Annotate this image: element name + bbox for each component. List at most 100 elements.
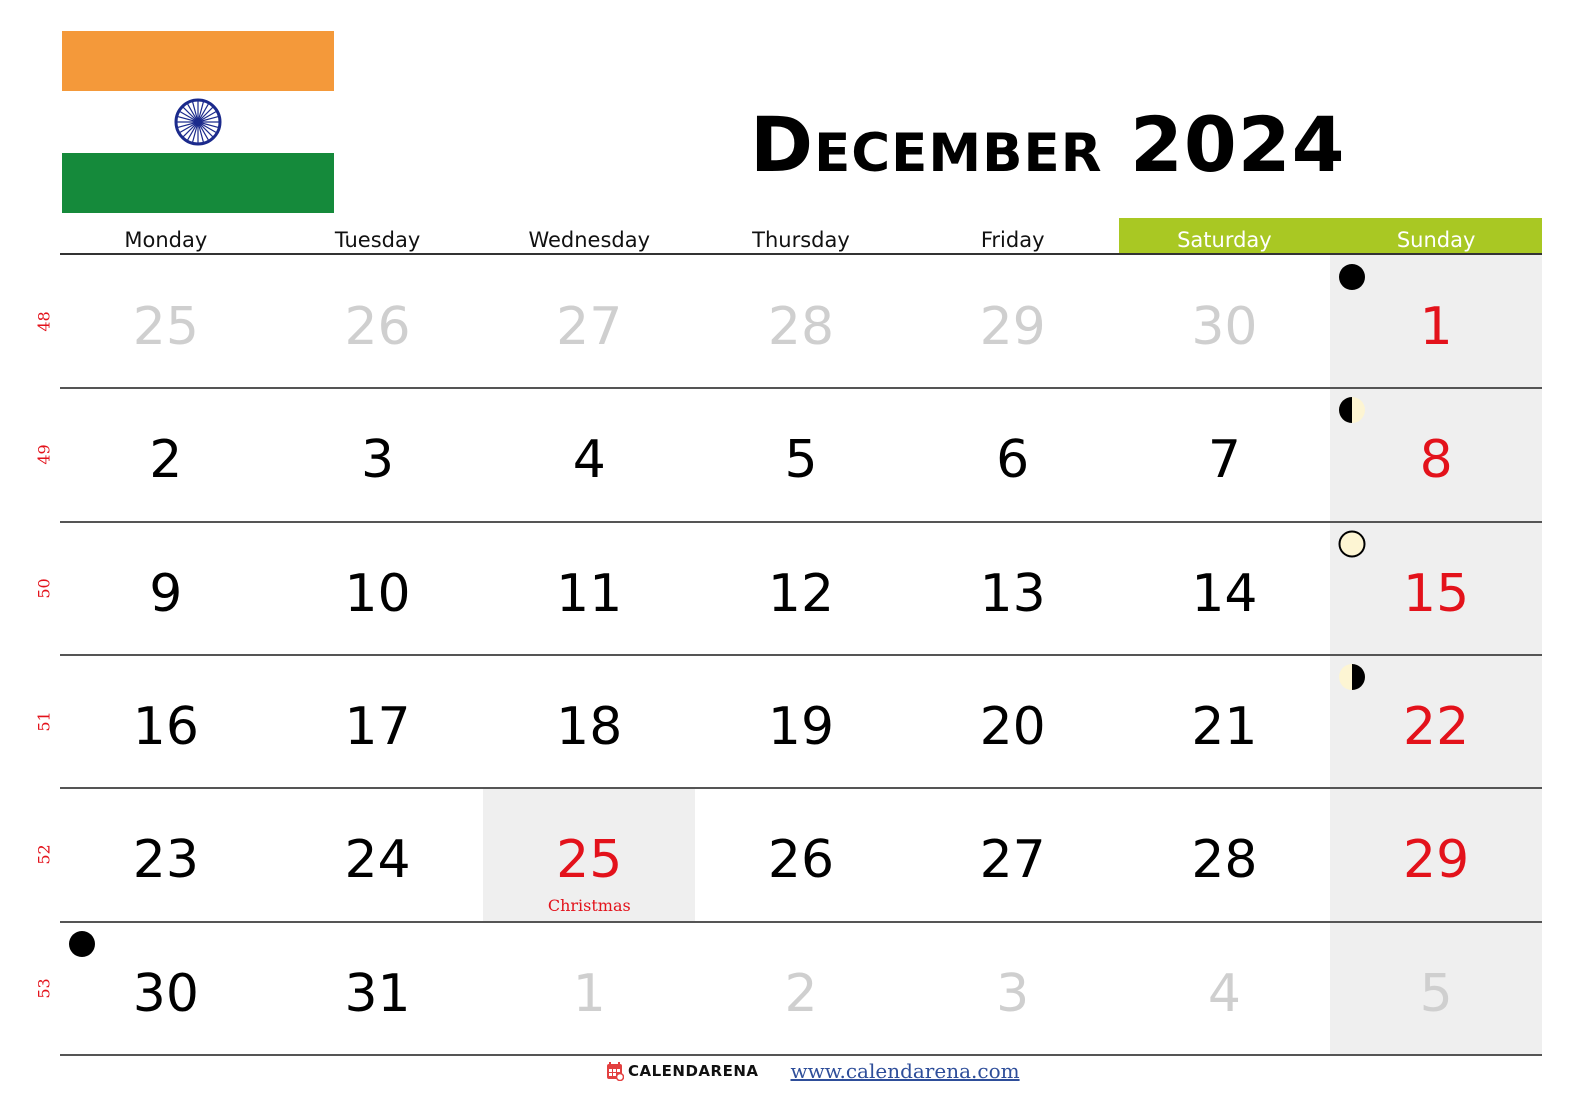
day-cell[interactable]: 17	[272, 655, 484, 788]
month-title: December	[750, 100, 1103, 189]
day-cell[interactable]: 4	[483, 388, 695, 521]
day-cell[interactable]: 27	[483, 255, 695, 388]
day-cell[interactable]: 6	[907, 388, 1119, 521]
day-number: 25	[556, 830, 623, 891]
day-cell[interactable]: 3	[907, 922, 1119, 1055]
day-cell[interactable]: 14	[1119, 522, 1331, 655]
day-number: 3	[996, 963, 1030, 1024]
week-number: 51	[30, 702, 58, 742]
day-number: 17	[344, 696, 411, 757]
day-cell[interactable]: 11	[483, 522, 695, 655]
row-divider	[60, 387, 1542, 390]
day-cell[interactable]: 10	[272, 522, 484, 655]
day-cell[interactable]: 25 Christmas	[483, 788, 696, 922]
footer: CALENDARENA www.calendarena.com	[606, 1058, 1020, 1084]
website-link[interactable]: www.calendarena.com	[791, 1059, 1020, 1083]
day-number: 18	[556, 696, 623, 757]
day-number: 30	[132, 963, 199, 1024]
day-cell[interactable]: 31	[272, 922, 484, 1055]
day-cell[interactable]: 24	[272, 788, 484, 921]
day-cell[interactable]: 5	[695, 388, 907, 521]
day-number: 27	[979, 830, 1046, 891]
day-cell[interactable]: 23	[60, 788, 272, 921]
week-number: 48	[30, 302, 58, 342]
day-number: 16	[132, 696, 199, 757]
day-cell[interactable]: 29	[907, 255, 1119, 388]
day-cell[interactable]: 20	[907, 655, 1119, 788]
day-cell[interactable]: 13	[907, 522, 1119, 655]
day-number: 1	[1419, 297, 1453, 357]
day-number: 14	[1191, 563, 1258, 624]
day-cell[interactable]: 1	[1330, 255, 1542, 389]
flag-saffron-band	[62, 31, 334, 91]
week-number: 50	[30, 568, 58, 608]
day-cell[interactable]: 2	[60, 388, 272, 521]
day-number: 5	[1419, 963, 1453, 1024]
day-cell[interactable]: 22	[1330, 654, 1542, 789]
day-cell[interactable]: 25	[60, 255, 272, 388]
new-moon-icon	[69, 930, 95, 957]
row-divider	[60, 920, 1542, 923]
day-number: 1	[572, 963, 606, 1024]
day-number: 24	[344, 830, 411, 891]
day-cell[interactable]: 12	[695, 522, 907, 655]
last-quarter-moon-icon	[1339, 663, 1366, 690]
day-cell[interactable]: 18	[483, 655, 695, 788]
day-cell[interactable]: 5	[1330, 921, 1542, 1055]
day-cell[interactable]: 2	[695, 922, 907, 1055]
row-divider	[60, 653, 1542, 656]
day-cell[interactable]: 9	[60, 522, 272, 655]
day-number: 25	[132, 297, 199, 357]
first-quarter-moon-icon	[1339, 397, 1366, 424]
day-number: 31	[344, 963, 411, 1024]
day-cell[interactable]: 26	[695, 788, 907, 921]
row-divider	[60, 1053, 1542, 1056]
day-cell[interactable]: 28	[1119, 788, 1331, 921]
day-cell[interactable]: 19	[695, 655, 907, 788]
full-moon-icon	[1338, 530, 1366, 558]
day-number: 4	[1207, 963, 1241, 1024]
day-number: 6	[996, 430, 1030, 491]
month-year-title: December 2024	[750, 100, 1346, 190]
day-cell[interactable]: 21	[1119, 655, 1331, 788]
week-number-label: 51	[34, 711, 54, 732]
weekday-header: Monday Tuesday Wednesday Thursday Friday Satu…	[60, 218, 1542, 255]
day-number: 30	[1191, 297, 1258, 357]
weekday-friday: Friday	[980, 228, 1045, 252]
day-number: 8	[1419, 430, 1453, 491]
brand-logo: CALENDARENA	[606, 1061, 759, 1081]
day-cell[interactable]: 28	[695, 255, 907, 388]
day-number: 27	[556, 297, 623, 357]
week-number-label: 48	[34, 311, 54, 332]
year-title: 2024	[1130, 100, 1346, 189]
day-number: 22	[1403, 696, 1470, 757]
day-number: 21	[1191, 696, 1258, 757]
week-number: 53	[30, 968, 58, 1008]
day-cell[interactable]: 7	[1119, 388, 1331, 521]
weekday-wednesday: Wednesday	[528, 228, 651, 252]
day-cell[interactable]: 27	[907, 788, 1119, 921]
day-number: 5	[784, 430, 818, 491]
day-cell[interactable]: 26	[272, 255, 484, 388]
day-cell[interactable]: 30	[1119, 255, 1331, 388]
day-number: 2	[784, 963, 818, 1024]
day-cell[interactable]: 4	[1119, 922, 1331, 1055]
day-number: 10	[344, 563, 411, 624]
weekday-sunday: Sunday	[1330, 218, 1542, 255]
day-number: 13	[979, 563, 1046, 624]
day-cell[interactable]: 3	[272, 388, 484, 521]
weekday-thursday: Thursday	[752, 228, 850, 252]
week-number: 49	[30, 435, 58, 475]
day-cell[interactable]: 16	[60, 655, 272, 788]
day-cell[interactable]: 15	[1330, 521, 1542, 655]
row-divider	[60, 787, 1542, 790]
day-cell[interactable]: 29	[1330, 788, 1542, 922]
day-number: 3	[361, 430, 395, 491]
day-cell[interactable]: 1	[483, 922, 695, 1055]
day-number: 2	[149, 430, 183, 491]
calendar-logo-icon	[607, 1062, 624, 1081]
week-number-label: 53	[34, 977, 54, 999]
new-moon-icon	[1339, 264, 1366, 290]
day-cell[interactable]: 30	[60, 922, 272, 1055]
day-cell[interactable]: 8	[1330, 388, 1542, 522]
